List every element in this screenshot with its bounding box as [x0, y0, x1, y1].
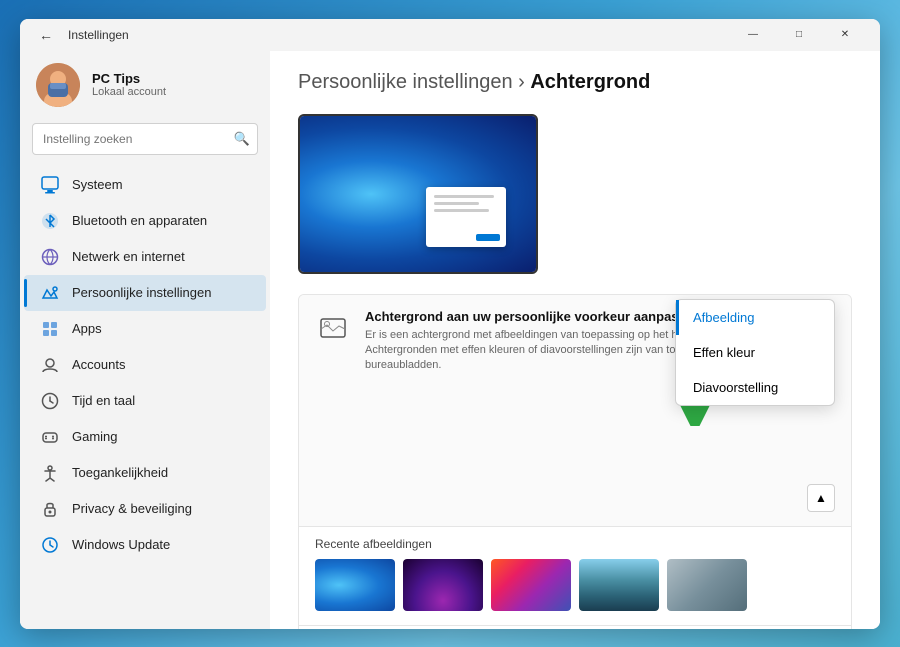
- preview-window: [426, 187, 506, 247]
- dropdown-container: Afbeelding Effen kleur Diavoorstelling ▲: [807, 309, 835, 512]
- window-title: Instellingen: [68, 28, 730, 42]
- sidebar: PC Tips Lokaal account 🔍 Systeem Bluet: [20, 51, 270, 629]
- tijd-label: Tijd en taal: [72, 393, 135, 408]
- toegankelijkheid-label: Toegankelijkheid: [72, 465, 168, 480]
- sidebar-item-gaming[interactable]: Gaming: [24, 419, 266, 455]
- titlebar: ← Instellingen — □ ✕: [20, 19, 880, 51]
- preview-line-1: [434, 195, 494, 198]
- sidebar-item-update[interactable]: Windows Update: [24, 527, 266, 563]
- sidebar-item-toegankelijkheid[interactable]: Toegankelijkheid: [24, 455, 266, 491]
- sidebar-item-apps[interactable]: Apps: [24, 311, 266, 347]
- avatar-svg: [36, 63, 80, 107]
- persoonlijk-label: Persoonlijke instellingen: [72, 285, 211, 300]
- maximize-button[interactable]: □: [776, 19, 822, 51]
- dropdown-option-afbeelding[interactable]: Afbeelding: [676, 300, 834, 335]
- systeem-label: Systeem: [72, 177, 123, 192]
- accounts-label: Accounts: [72, 357, 125, 372]
- sidebar-item-persoonlijk[interactable]: Persoonlijke instellingen: [24, 275, 266, 311]
- choose-photo-row: Een foto kiezen Door foto's bladeren: [299, 625, 851, 629]
- bg-icon: [315, 311, 351, 347]
- background-section-card: Achtergrond aan uw persoonlijke voorkeur…: [298, 294, 852, 629]
- user-profile: PC Tips Lokaal account: [20, 51, 270, 123]
- bluetooth-label: Bluetooth en apparaten: [72, 213, 207, 228]
- thumbnails-row: [299, 559, 851, 625]
- avatar: [36, 63, 80, 107]
- update-icon: [40, 535, 60, 555]
- netwerk-icon: [40, 247, 60, 267]
- preview-button: [476, 234, 500, 241]
- sidebar-item-tijd[interactable]: Tijd en taal: [24, 383, 266, 419]
- dropdown-option-diavoorstelling[interactable]: Diavoorstelling: [676, 370, 834, 405]
- gaming-label: Gaming: [72, 429, 118, 444]
- minimize-button[interactable]: —: [730, 19, 776, 51]
- dropdown-option-effen[interactable]: Effen kleur: [676, 335, 834, 370]
- back-icon: ←: [39, 27, 53, 43]
- privacy-label: Privacy & beveiliging: [72, 501, 192, 516]
- wallpaper-preview: [298, 114, 538, 274]
- dropdown-menu: Afbeelding Effen kleur Diavoorstelling: [675, 299, 835, 406]
- sidebar-item-privacy[interactable]: Privacy & beveiliging: [24, 491, 266, 527]
- netwerk-label: Netwerk en internet: [72, 249, 185, 264]
- user-type: Lokaal account: [92, 86, 166, 98]
- update-label: Windows Update: [72, 537, 170, 552]
- preview-line-3: [434, 209, 489, 212]
- systeem-icon: [40, 175, 60, 195]
- thumbnail-3[interactable]: [491, 559, 571, 611]
- user-name: PC Tips: [92, 71, 166, 86]
- breadcrumb-current: Achtergrond: [530, 71, 650, 93]
- search-icon: 🔍: [234, 131, 250, 147]
- user-info: PC Tips Lokaal account: [92, 71, 166, 98]
- search-box: 🔍: [32, 123, 258, 155]
- breadcrumb-separator: ›: [518, 71, 530, 93]
- bg-section-header: Achtergrond aan uw persoonlijke voorkeur…: [299, 295, 851, 526]
- recent-label: Recente afbeeldingen: [299, 526, 851, 559]
- thumbnail-5[interactable]: [667, 559, 747, 611]
- apps-label: Apps: [72, 321, 102, 336]
- accounts-icon: [40, 355, 60, 375]
- thumbnail-1[interactable]: [315, 559, 395, 611]
- back-button[interactable]: ←: [32, 21, 60, 49]
- main-content: Persoonlijke instellingen › Achtergrond: [270, 51, 880, 629]
- bluetooth-icon: [40, 211, 60, 231]
- gaming-icon: [40, 427, 60, 447]
- tijd-icon: [40, 391, 60, 411]
- thumbnail-2[interactable]: [403, 559, 483, 611]
- search-input[interactable]: [32, 123, 258, 155]
- breadcrumb-parent: Persoonlijke instellingen: [298, 71, 513, 93]
- content-area: PC Tips Lokaal account 🔍 Systeem Bluet: [20, 51, 880, 629]
- breadcrumb: Persoonlijke instellingen › Achtergrond: [298, 71, 852, 94]
- close-button[interactable]: ✕: [822, 19, 868, 51]
- apps-icon: [40, 319, 60, 339]
- sidebar-item-systeem[interactable]: Systeem: [24, 167, 266, 203]
- dropdown-chevron[interactable]: ▲: [807, 484, 835, 512]
- preview-line-2: [434, 202, 479, 205]
- sidebar-item-bluetooth[interactable]: Bluetooth en apparaten: [24, 203, 266, 239]
- sidebar-item-accounts[interactable]: Accounts: [24, 347, 266, 383]
- persoonlijk-icon: [40, 283, 60, 303]
- toegankelijkheid-icon: [40, 463, 60, 483]
- window-controls: — □ ✕: [730, 19, 868, 51]
- sidebar-item-netwerk[interactable]: Netwerk en internet: [24, 239, 266, 275]
- thumbnail-4[interactable]: [579, 559, 659, 611]
- privacy-icon: [40, 499, 60, 519]
